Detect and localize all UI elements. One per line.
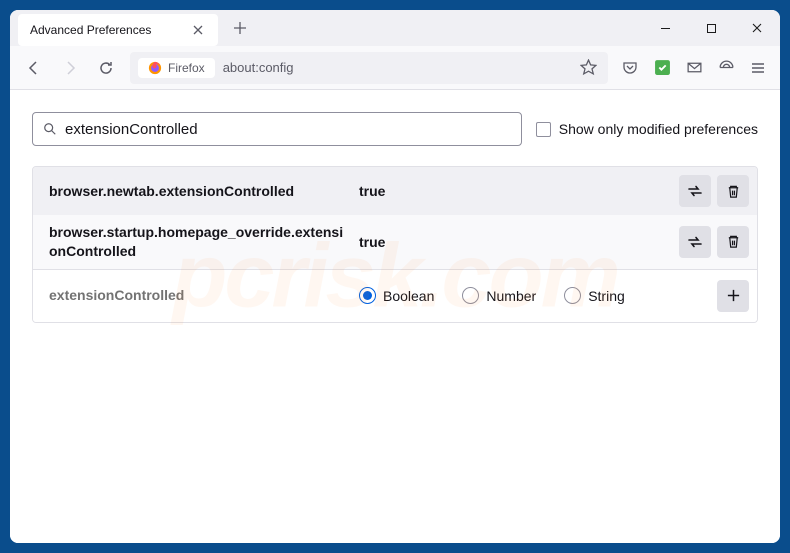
radio-string[interactable]: String bbox=[564, 287, 625, 304]
add-button[interactable] bbox=[717, 280, 749, 312]
radio-label: Number bbox=[486, 288, 536, 304]
menu-button[interactable] bbox=[744, 54, 772, 82]
radio-label: Boolean bbox=[383, 288, 434, 304]
bookmark-star-button[interactable] bbox=[576, 56, 600, 80]
delete-button[interactable] bbox=[717, 175, 749, 207]
mail-button[interactable] bbox=[680, 54, 708, 82]
preferences-list: browser.newtab.extensionControlled true … bbox=[32, 166, 758, 323]
identity-box[interactable]: Firefox bbox=[138, 58, 215, 78]
about-config-content: Show only modified preferences browser.n… bbox=[10, 90, 780, 543]
pref-value: true bbox=[359, 183, 679, 199]
toggle-icon bbox=[687, 234, 703, 250]
pref-value: true bbox=[359, 234, 679, 250]
search-box[interactable] bbox=[32, 112, 522, 146]
new-pref-row: extensionControlled Boolean Number Strin… bbox=[33, 269, 757, 322]
pref-name: browser.startup.homepage_override.extens… bbox=[49, 223, 359, 261]
reload-button[interactable] bbox=[90, 52, 122, 84]
checkbox-icon bbox=[536, 122, 551, 137]
trash-icon bbox=[726, 234, 741, 249]
maximize-button[interactable] bbox=[688, 10, 734, 46]
tab-strip: Advanced Preferences bbox=[10, 10, 780, 46]
radio-number[interactable]: Number bbox=[462, 287, 536, 304]
back-button[interactable] bbox=[18, 52, 50, 84]
delete-button[interactable] bbox=[717, 226, 749, 258]
radio-icon bbox=[462, 287, 479, 304]
radio-boolean[interactable]: Boolean bbox=[359, 287, 434, 304]
toggle-button[interactable] bbox=[679, 226, 711, 258]
forward-button[interactable] bbox=[54, 52, 86, 84]
search-input[interactable] bbox=[65, 121, 511, 138]
pocket-button[interactable] bbox=[616, 54, 644, 82]
pref-actions bbox=[717, 280, 749, 312]
new-pref-name: extensionControlled bbox=[49, 286, 359, 305]
trash-icon bbox=[726, 184, 741, 199]
url-bar[interactable]: Firefox about:config bbox=[130, 52, 608, 84]
tab-advanced-preferences[interactable]: Advanced Preferences bbox=[18, 14, 218, 46]
plus-icon bbox=[726, 288, 741, 303]
tab-title: Advanced Preferences bbox=[30, 23, 190, 37]
extension-button[interactable] bbox=[648, 54, 676, 82]
pref-row[interactable]: browser.newtab.extensionControlled true bbox=[33, 167, 757, 215]
checkbox-label-text: Show only modified preferences bbox=[559, 121, 758, 137]
pref-actions bbox=[679, 175, 749, 207]
url-text: about:config bbox=[223, 60, 294, 75]
radio-icon bbox=[564, 287, 581, 304]
toolbar: Firefox about:config bbox=[10, 46, 780, 90]
search-icon bbox=[43, 122, 57, 136]
window-controls bbox=[642, 10, 780, 46]
toggle-button[interactable] bbox=[679, 175, 711, 207]
toggle-icon bbox=[687, 183, 703, 199]
radio-icon bbox=[359, 287, 376, 304]
close-window-button[interactable] bbox=[734, 10, 780, 46]
pref-row[interactable]: browser.startup.homepage_override.extens… bbox=[33, 215, 757, 269]
search-row: Show only modified preferences bbox=[32, 112, 758, 146]
account-button[interactable] bbox=[712, 54, 740, 82]
radio-label: String bbox=[588, 288, 625, 304]
show-modified-only-checkbox[interactable]: Show only modified preferences bbox=[536, 121, 758, 137]
pref-name: browser.newtab.extensionControlled bbox=[49, 182, 359, 201]
pref-actions bbox=[679, 226, 749, 258]
type-radio-group: Boolean Number String bbox=[359, 287, 717, 304]
firefox-logo-icon bbox=[148, 61, 162, 75]
minimize-button[interactable] bbox=[642, 10, 688, 46]
browser-window: Advanced Preferences bbox=[10, 10, 780, 543]
new-tab-button[interactable] bbox=[226, 14, 254, 42]
identity-label: Firefox bbox=[168, 61, 205, 75]
close-tab-button[interactable] bbox=[190, 22, 206, 38]
